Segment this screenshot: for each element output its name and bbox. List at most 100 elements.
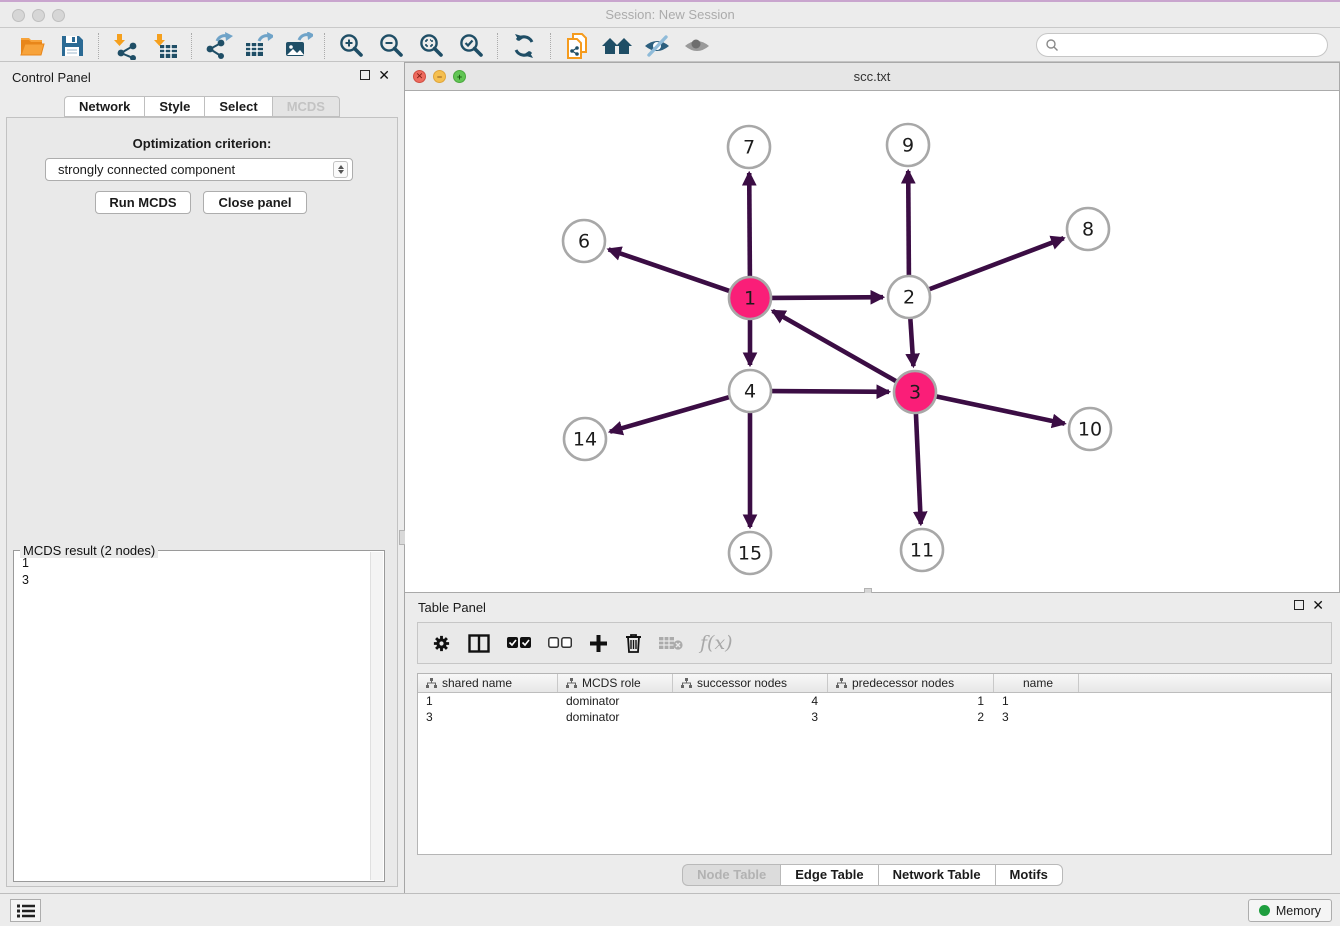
zoom-selected-icon[interactable]: [451, 31, 491, 61]
delete-column-icon[interactable]: [625, 633, 642, 653]
zoom-fit-icon[interactable]: [411, 31, 451, 61]
open-session-icon[interactable]: [12, 31, 52, 61]
edge-4-14[interactable]: [610, 397, 730, 432]
edge-3-11[interactable]: [916, 413, 921, 524]
control-panel: Control Panel ✕ NetworkStyleSelectMCDS O…: [0, 62, 405, 893]
node-label-8: 8: [1082, 219, 1094, 241]
optimization-dropdown-value: strongly connected component: [58, 162, 333, 177]
node-label-3: 3: [909, 382, 921, 404]
column-header-predecessor-nodes[interactable]: predecessor nodes: [828, 674, 994, 692]
edge-1-6[interactable]: [609, 249, 731, 291]
table-row[interactable]: 3dominator323: [418, 709, 1331, 725]
table-cell[interactable]: 3: [673, 710, 828, 724]
tab-select[interactable]: Select: [204, 96, 271, 117]
deselect-checkboxes-icon[interactable]: [548, 637, 572, 649]
network-window-titlebar[interactable]: ✕ − + scc.txt: [405, 63, 1339, 91]
window-titlebar: Session: New Session: [0, 0, 1340, 28]
table-cell[interactable]: 3: [994, 710, 1079, 724]
edge-2-3[interactable]: [910, 318, 913, 366]
table-cell[interactable]: 3: [418, 710, 558, 724]
import-network-icon[interactable]: [105, 31, 145, 61]
float-panel-icon[interactable]: [1294, 600, 1304, 610]
network-close-icon[interactable]: ✕: [413, 70, 426, 83]
column-label: successor nodes: [697, 676, 787, 690]
mcds-result-item: 3: [22, 572, 368, 589]
column-label: predecessor nodes: [852, 676, 954, 690]
zoom-in-icon[interactable]: [331, 31, 371, 61]
tab-network-table[interactable]: Network Table: [878, 864, 995, 886]
table-cell[interactable]: dominator: [558, 694, 673, 708]
close-panel-button[interactable]: Close panel: [203, 191, 307, 214]
edge-1-7[interactable]: [749, 173, 750, 277]
network-zoom-icon[interactable]: +: [453, 70, 466, 83]
node-table[interactable]: shared name MCDS role successor nodes prede…: [417, 673, 1332, 855]
tab-network[interactable]: Network: [64, 96, 144, 117]
node-label-1: 1: [744, 288, 756, 310]
node-label-6: 6: [578, 231, 590, 253]
column-type-icon: [426, 678, 437, 689]
close-panel-icon[interactable]: ✕: [1312, 600, 1324, 610]
table-panel-title: Table Panel: [418, 600, 486, 615]
select-all-checkboxes-icon[interactable]: [507, 637, 531, 649]
table-cell[interactable]: 1: [418, 694, 558, 708]
table-cell[interactable]: 1: [994, 694, 1079, 708]
main-toolbar: [0, 30, 1340, 62]
edge-2-8[interactable]: [929, 238, 1064, 289]
window-zoom-icon[interactable]: [52, 9, 65, 22]
dropdown-stepper-icon: [333, 161, 348, 178]
tab-style[interactable]: Style: [144, 96, 204, 117]
edge-2-9[interactable]: [908, 171, 909, 276]
float-panel-icon[interactable]: [360, 70, 370, 80]
toolbar-separator: [550, 33, 551, 59]
table-header-row: shared name MCDS role successor nodes prede…: [418, 674, 1331, 693]
export-table-icon[interactable]: [238, 31, 278, 61]
table-cell[interactable]: 1: [828, 694, 994, 708]
zoom-out-icon[interactable]: [371, 31, 411, 61]
column-label: name: [1023, 676, 1053, 690]
edge-3-1[interactable]: [773, 311, 897, 382]
refresh-icon[interactable]: [504, 31, 544, 61]
tab-edge-table[interactable]: Edge Table: [780, 864, 877, 886]
result-scrollbar[interactable]: [370, 552, 383, 880]
run-mcds-button[interactable]: Run MCDS: [95, 191, 191, 214]
edge-1-2[interactable]: [771, 297, 883, 298]
clone-network-icon[interactable]: [557, 31, 597, 61]
column-header-name[interactable]: name: [994, 674, 1079, 692]
add-column-icon[interactable]: [589, 634, 608, 653]
window-close-icon[interactable]: [12, 9, 25, 22]
home-icon[interactable]: [597, 31, 637, 61]
table-panel: Table Panel ✕ f(x) shared nameMCDS roles…: [405, 593, 1340, 893]
split-columns-icon[interactable]: [468, 634, 490, 653]
window-minimize-icon[interactable]: [32, 9, 45, 22]
network-minimize-icon[interactable]: −: [433, 70, 446, 83]
import-table-icon[interactable]: [145, 31, 185, 61]
save-session-icon[interactable]: [52, 31, 92, 61]
column-label: MCDS role: [582, 676, 641, 690]
memory-button[interactable]: Memory: [1248, 899, 1332, 922]
tab-node-table[interactable]: Node Table: [682, 864, 780, 886]
list-icon: [17, 904, 35, 918]
gear-icon[interactable]: [432, 634, 451, 653]
edge-4-3[interactable]: [771, 391, 889, 392]
column-header-successor-nodes[interactable]: successor nodes: [673, 674, 828, 692]
eye-slash-icon[interactable]: [637, 31, 677, 61]
export-network-icon[interactable]: [198, 31, 238, 61]
export-image-icon[interactable]: [278, 31, 318, 61]
table-cell[interactable]: dominator: [558, 710, 673, 724]
table-cell[interactable]: 4: [673, 694, 828, 708]
eye-icon[interactable]: [677, 31, 717, 61]
tab-mcds[interactable]: MCDS: [272, 96, 340, 117]
table-row[interactable]: 1dominator411: [418, 693, 1331, 709]
network-graph[interactable]: 1234678910111415: [405, 91, 1340, 593]
tab-motifs[interactable]: Motifs: [995, 864, 1063, 886]
toolbar-separator: [497, 33, 498, 59]
close-panel-icon[interactable]: ✕: [378, 70, 390, 80]
network-view-window: ✕ − + scc.txt 1234678910111415: [405, 62, 1340, 593]
column-header-shared-name[interactable]: shared name: [418, 674, 558, 692]
search-input[interactable]: [1036, 33, 1328, 57]
column-header-mcds-role[interactable]: MCDS role: [558, 674, 673, 692]
table-cell[interactable]: 2: [828, 710, 994, 724]
edge-3-10[interactable]: [936, 396, 1065, 423]
optimization-dropdown[interactable]: strongly connected component: [45, 158, 353, 181]
task-history-button[interactable]: [10, 899, 41, 922]
